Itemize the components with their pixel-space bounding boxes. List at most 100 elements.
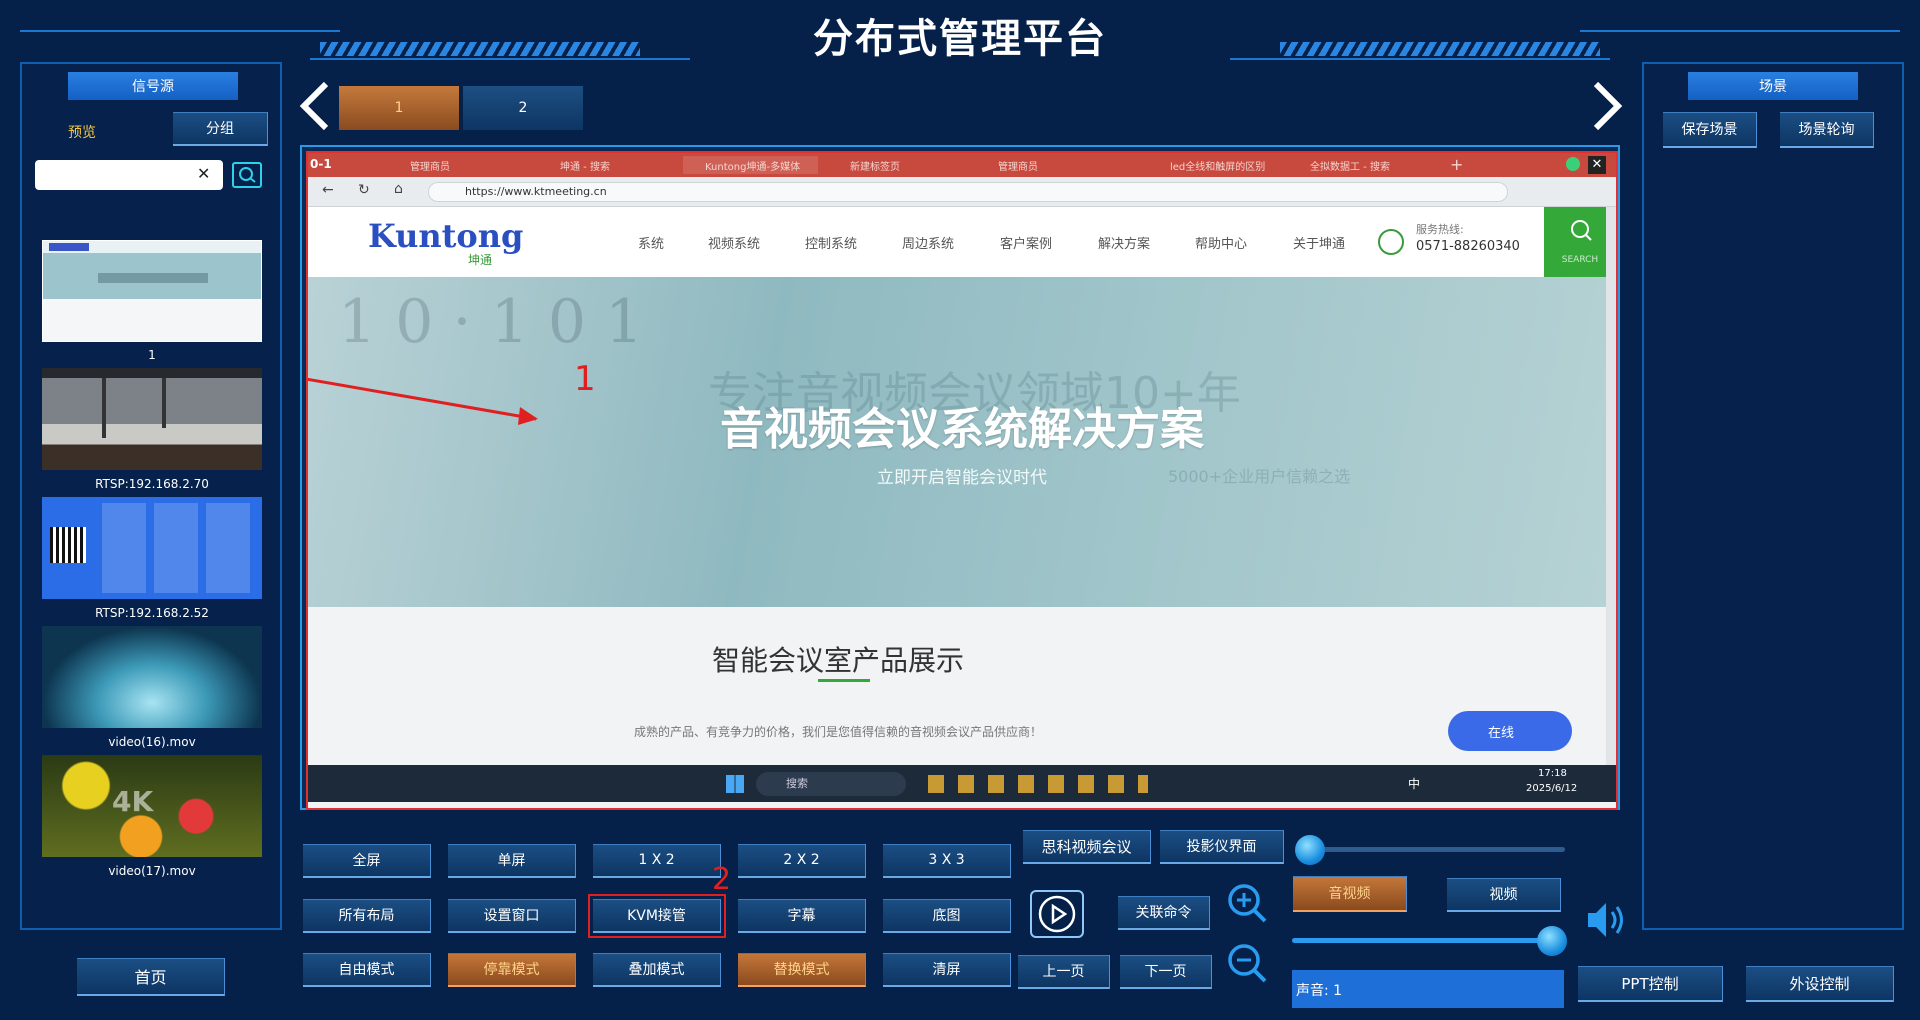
source-thumb-5[interactable]: 4K	[42, 755, 262, 857]
group-button[interactable]: 分组	[173, 112, 268, 146]
site-nav-item[interactable]: 周边系统	[902, 233, 954, 252]
source-thumb-1[interactable]	[42, 240, 262, 342]
browser-tab[interactable]: 全拟数据工 - 搜索	[1288, 156, 1418, 174]
site-nav-item[interactable]: 客户案例	[1000, 233, 1052, 252]
preview-screen[interactable]: 0-1 管理商员 坤通 - 搜索 Kuntong坤通-多媒体 新建标签页 管理商…	[306, 151, 1618, 810]
top-slider-knob[interactable]	[1295, 835, 1325, 865]
section-subtitle: 成熟的产品、有竞争力的价格，我们是您值得信赖的音视频会议产品供应商！	[633, 725, 1042, 739]
zoom-in-icon[interactable]	[1224, 880, 1270, 926]
header-stripes-right	[1280, 42, 1600, 56]
ime-indicator[interactable]: 中	[1408, 775, 1420, 792]
layout-1x2-button[interactable]: 1 X 2	[593, 844, 721, 878]
source-thumb-3[interactable]	[42, 497, 262, 599]
thumb-3-grid	[102, 503, 252, 593]
volume-slider-track	[1292, 938, 1550, 943]
thumb-5-text: 4K	[112, 785, 154, 818]
clear-screen-button[interactable]: 清屏	[883, 953, 1011, 987]
phone-icon	[1378, 229, 1404, 255]
next-page-arrow-icon[interactable]	[1590, 80, 1624, 132]
peripheral-control-button[interactable]: 外设控制	[1746, 966, 1894, 1002]
header-line-left	[20, 30, 340, 32]
site-nav-item[interactable]: 解决方案	[1098, 233, 1150, 252]
scene-tour-button[interactable]: 场景轮询	[1780, 112, 1874, 148]
hotline-number: 0571-88260340	[1416, 239, 1520, 254]
page-title: 分布式管理平台	[813, 16, 1107, 62]
cisco-video-conference-button[interactable]: 思科视频会议	[1023, 830, 1151, 864]
layout-2x2-button[interactable]: 2 X 2	[738, 844, 866, 878]
single-screen-button[interactable]: 单屏	[448, 844, 576, 878]
page-tab-1[interactable]: 1	[339, 86, 459, 130]
close-window-icon[interactable]: ✕	[1588, 156, 1606, 174]
browser-tab[interactable]: 管理商员	[976, 156, 1111, 174]
hotline-label: 服务热线:	[1416, 223, 1464, 236]
play-icon	[1038, 895, 1076, 933]
relate-command-button[interactable]: 关联命令	[1118, 896, 1210, 930]
all-layouts-button[interactable]: 所有布局	[303, 899, 431, 933]
source-label-3: RTSP:192.168.2.52	[95, 606, 209, 620]
next-page-button[interactable]: 下一页	[1120, 955, 1212, 989]
taskbar-time: 17:18	[1538, 768, 1567, 779]
header-line-right-2	[1230, 58, 1610, 60]
thumb-2-pipe-2	[162, 378, 166, 428]
site-nav-item[interactable]: 帮助中心	[1195, 233, 1247, 252]
source-thumb-4[interactable]	[42, 626, 262, 728]
subtitle-button[interactable]: 字幕	[738, 899, 866, 933]
scene-panel	[1642, 62, 1904, 930]
source-label-5: video(17).mov	[108, 864, 196, 878]
volume-slider[interactable]	[1292, 926, 1567, 956]
speaker-status-icon	[1566, 157, 1580, 171]
top-slider-track	[1307, 847, 1565, 852]
taskbar-search[interactable]: 搜索	[756, 772, 906, 796]
chat-button[interactable]: 在线	[1448, 711, 1572, 751]
kvm-takeover-button[interactable]: KVM接管	[588, 894, 726, 938]
home-button[interactable]: 首页	[77, 958, 225, 996]
projector-interface-button[interactable]: 投影仪界面	[1160, 830, 1284, 864]
taskbar-app-icons[interactable]	[928, 775, 1148, 793]
fullscreen-button[interactable]: 全屏	[303, 844, 431, 878]
ppt-control-button[interactable]: PPT控制	[1578, 966, 1723, 1002]
signal-source-header: 信号源	[68, 72, 238, 100]
source-label-4: video(16).mov	[108, 735, 196, 749]
page-tab-2[interactable]: 2	[463, 86, 583, 130]
set-window-button[interactable]: 设置窗口	[448, 899, 576, 933]
free-mode-button[interactable]: 自由模式	[303, 953, 431, 987]
preview-window[interactable]: 0-1 管理商员 坤通 - 搜索 Kuntong坤通-多媒体 新建标签页 管理商…	[300, 145, 1620, 810]
zoom-out-icon[interactable]	[1224, 940, 1270, 986]
play-button[interactable]	[1030, 890, 1084, 938]
overlay-mode-button[interactable]: 叠加模式	[593, 953, 721, 987]
site-nav-item[interactable]: 关于坤通	[1293, 233, 1345, 252]
volume-slider-knob[interactable]	[1537, 926, 1567, 956]
windows-start-icon[interactable]	[726, 775, 744, 793]
clear-search-icon[interactable]: ✕	[197, 164, 210, 183]
taskbar-date: 2025/6/12	[1526, 783, 1578, 794]
search-button[interactable]	[232, 162, 262, 188]
prev-page-arrow-icon[interactable]	[298, 80, 332, 132]
source-label-2: RTSP:192.168.2.70	[95, 477, 209, 491]
save-scene-button[interactable]: 保存场景	[1663, 112, 1757, 148]
dock-mode-button[interactable]: 停靠模式	[448, 953, 576, 987]
layout-3x3-button[interactable]: 3 X 3	[883, 844, 1011, 878]
browser-tab[interactable]: led全线和触屏的区别	[1148, 156, 1278, 174]
preview-label[interactable]: 预览	[68, 122, 96, 142]
thumb-3-qr-icon	[50, 527, 86, 563]
header-line-right	[1580, 30, 1900, 32]
volume-readout: 声音: 1	[1292, 970, 1564, 1008]
os-taskbar: 搜索 中 17:18 2025/6/12	[308, 765, 1616, 802]
new-tab-icon[interactable]: +	[1450, 155, 1463, 174]
thumb-2-pipe	[102, 378, 106, 438]
background-image-button[interactable]: 底图	[883, 899, 1011, 933]
replace-mode-button[interactable]: 替换模式	[738, 953, 866, 987]
source-thumb-2[interactable]	[42, 368, 262, 470]
hero-bg-sub: 5000+企业用户信赖之选	[1168, 467, 1351, 486]
chat-label: 在线	[1488, 725, 1515, 741]
top-slider[interactable]	[1295, 835, 1570, 865]
annotation-number-1: 1	[574, 359, 596, 399]
speaker-icon[interactable]	[1584, 898, 1630, 942]
video-button[interactable]: 视频	[1447, 878, 1561, 912]
audio-video-button[interactable]: 音视频	[1293, 876, 1407, 912]
source-search-input[interactable]	[35, 160, 223, 190]
page-scrollbar[interactable]	[1606, 207, 1616, 765]
header-line-left-2	[310, 58, 690, 60]
prev-page-button[interactable]: 上一页	[1018, 955, 1110, 989]
thumb-1-title-bar	[98, 273, 208, 283]
